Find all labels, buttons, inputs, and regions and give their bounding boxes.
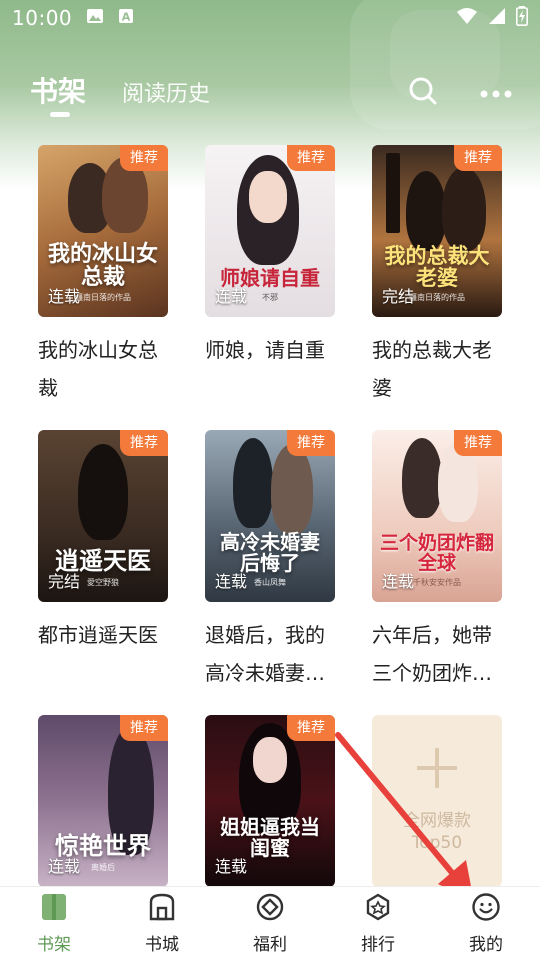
status-bar: 10:00 A <box>0 0 540 36</box>
tab-reading-history[interactable]: 阅读历史 <box>122 76 210 108</box>
cover-face <box>249 171 287 223</box>
recommend-badge: 推荐 <box>120 715 168 741</box>
rank-icon <box>363 892 393 926</box>
gift-icon <box>255 892 285 926</box>
serial-state: 连载 <box>215 287 248 306</box>
nav-item-welfare[interactable]: 福利 <box>220 892 320 955</box>
serial-state: 连载 <box>215 572 248 591</box>
header-actions <box>408 76 512 110</box>
cover-building <box>386 153 400 233</box>
placeholder-line1: 全网爆款 <box>403 811 471 831</box>
serial-state: 完结 <box>382 287 415 306</box>
signal-icon <box>488 7 506 29</box>
book-card[interactable]: 惊艳世界 离婚后 推荐 连载 <box>38 715 168 887</box>
book-card[interactable]: 我的总裁大老婆 疆南日落的作品 推荐 完结 我的总裁大老婆 <box>372 145 502 407</box>
tab-active-indicator <box>50 112 70 117</box>
cover-figure <box>442 167 486 251</box>
book-cover[interactable]: 姐姐逼我当闺蜜 推荐 连载 <box>205 715 335 887</box>
tab-bookshelf[interactable]: 书架 <box>30 70 87 117</box>
recommend-badge: 推荐 <box>120 145 168 171</box>
recommend-badge: 推荐 <box>120 430 168 456</box>
tab-bookshelf-label: 书架 <box>30 75 87 108</box>
bookshelf-icon <box>39 892 69 926</box>
book-title[interactable]: 我的冰山女总裁 <box>38 331 173 407</box>
a-notification-icon: A <box>118 8 134 28</box>
book-cover[interactable]: 逍遥天医 愛空野狼 推荐 完结 <box>38 430 168 602</box>
serial-state: 连载 <box>48 287 81 306</box>
nav-label-bookshelf: 书架 <box>37 935 71 955</box>
book-card[interactable]: 我的冰山女总裁 疆南日落的作品 推荐 连载 我的冰山女总裁 <box>38 145 168 407</box>
serial-state: 连载 <box>215 857 248 876</box>
tab-reading-history-label: 阅读历史 <box>122 82 211 107</box>
nav-item-store[interactable]: 书城 <box>112 892 212 955</box>
book-title[interactable]: 六年后，她带三个奶团炸… <box>372 616 507 692</box>
book-card[interactable]: 师娘请自重 不邪 推荐 连载 师娘，请自重 <box>205 145 335 369</box>
recommend-badge: 推荐 <box>454 145 502 171</box>
image-notification-icon <box>86 8 104 28</box>
header-tabs: 书架 阅读历史 <box>30 70 210 120</box>
store-icon <box>147 892 177 926</box>
book-cover[interactable]: 惊艳世界 离婚后 推荐 连载 <box>38 715 168 887</box>
cover-figure <box>233 438 273 528</box>
recommend-badge: 推荐 <box>287 715 335 741</box>
book-card[interactable]: 高冷未婚妻后悔了 香山凤舞 推荐 连载 退婚后，我的高冷未婚妻… <box>205 430 335 692</box>
serial-state: 连载 <box>382 572 415 591</box>
nav-item-rank[interactable]: 排行 <box>328 892 428 955</box>
book-cover[interactable]: 师娘请自重 不邪 推荐 连载 <box>205 145 335 317</box>
book-title[interactable]: 我的总裁大老婆 <box>372 331 507 407</box>
nav-label-welfare: 福利 <box>253 935 287 955</box>
nav-label-profile: 我的 <box>469 935 503 955</box>
bottom-nav: 书架 书城 福利 排行 我的 <box>0 886 540 960</box>
book-cover[interactable]: 我的冰山女总裁 疆南日落的作品 推荐 连载 <box>38 145 168 317</box>
book-cover[interactable]: 三个奶团炸翻全球 千秋安安作品 推荐 连载 <box>372 430 502 602</box>
book-cover[interactable]: 高冷未婚妻后悔了 香山凤舞 推荐 连载 <box>205 430 335 602</box>
cover-figure <box>271 444 313 534</box>
plus-icon <box>417 748 457 788</box>
cover-figure <box>406 171 446 251</box>
book-card[interactable]: 姐姐逼我当闺蜜 推荐 连载 <box>205 715 335 887</box>
cover-figure <box>78 444 128 540</box>
recommend-badge: 推荐 <box>454 430 502 456</box>
book-card[interactable]: 三个奶团炸翻全球 千秋安安作品 推荐 连载 六年后，她带三个奶团炸… <box>372 430 502 692</box>
book-title[interactable]: 师娘，请自重 <box>205 331 340 369</box>
book-card[interactable]: 逍遥天医 愛空野狼 推荐 完结 都市逍遥天医 <box>38 430 168 654</box>
wifi-icon <box>456 7 478 29</box>
search-icon[interactable] <box>408 76 438 110</box>
status-time: 10:00 <box>12 6 73 30</box>
more-icon[interactable] <box>480 84 512 103</box>
serial-state: 连载 <box>48 857 81 876</box>
recommend-badge: 推荐 <box>287 145 335 171</box>
nav-label-store: 书城 <box>145 935 179 955</box>
cover-figure <box>402 438 442 518</box>
nav-label-rank: 排行 <box>361 935 395 955</box>
battery-icon <box>516 6 528 30</box>
book-cover[interactable]: 我的总裁大老婆 疆南日落的作品 推荐 完结 <box>372 145 502 317</box>
cover-face <box>253 737 287 783</box>
svg-text:A: A <box>122 11 131 24</box>
placeholder-line2: Top50 <box>411 833 463 853</box>
book-title[interactable]: 退婚后，我的高冷未婚妻… <box>205 616 340 692</box>
nav-item-bookshelf[interactable]: 书架 <box>4 892 104 955</box>
top50-placeholder[interactable]: 全网爆款 Top50 <box>372 715 502 887</box>
profile-icon <box>471 892 501 926</box>
serial-state: 完结 <box>48 572 81 591</box>
recommend-badge: 推荐 <box>287 430 335 456</box>
nav-item-profile[interactable]: 我的 <box>436 892 536 955</box>
book-title[interactable]: 都市逍遥天医 <box>38 616 173 654</box>
